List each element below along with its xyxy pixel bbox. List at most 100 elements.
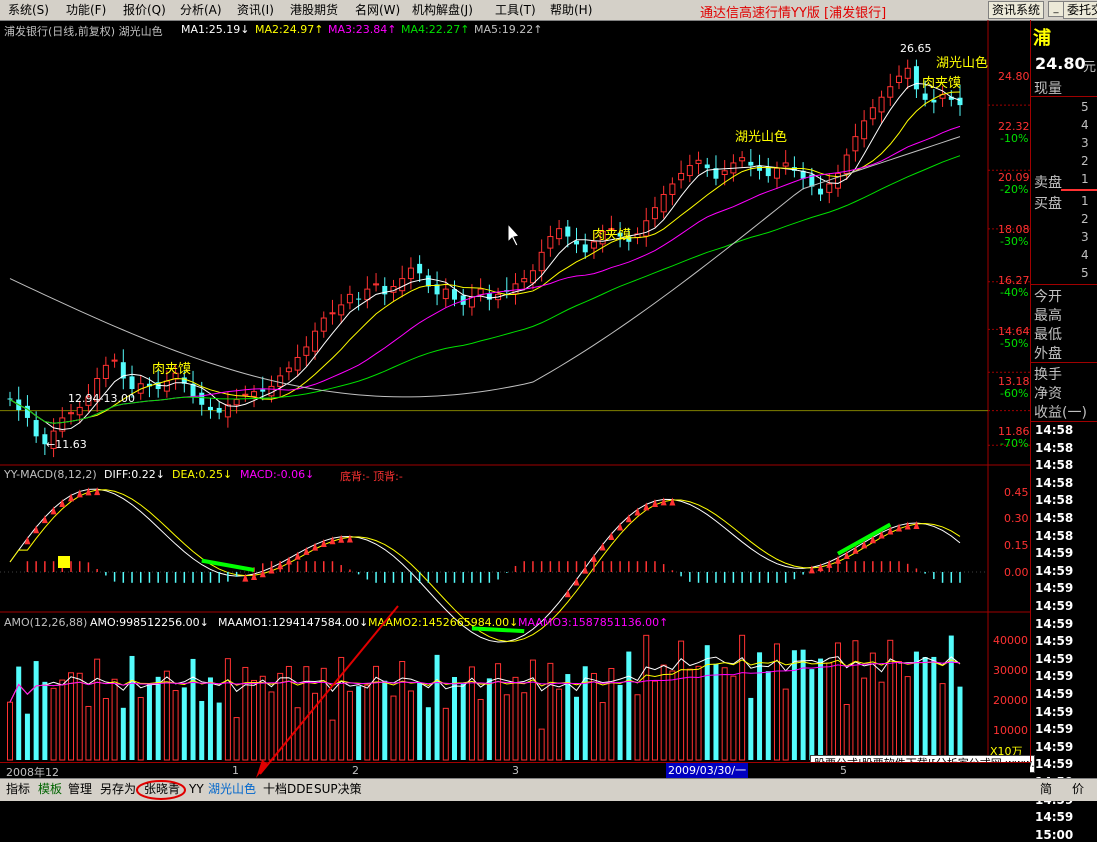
- trade-button[interactable]: 委托交: [1063, 1, 1097, 19]
- amo-bar: [521, 692, 528, 761]
- date-label: 1: [232, 764, 239, 777]
- candle-body: [922, 93, 928, 100]
- news-system-button[interactable]: 资讯系统: [988, 1, 1045, 19]
- date-label: 3: [512, 764, 519, 777]
- tick-time: 14:58: [1035, 528, 1074, 543]
- stock-short-name: 浦: [1033, 28, 1051, 49]
- menu-tools[interactable]: 工具(T): [495, 2, 536, 18]
- amo-bar: [713, 663, 719, 760]
- minimize-icon[interactable]: _: [1048, 1, 1064, 17]
- amo-bar: [556, 688, 563, 761]
- candle-body: [303, 346, 310, 356]
- menu-news[interactable]: 资讯(I): [237, 2, 274, 18]
- candle-body: [356, 298, 362, 300]
- candle-body: [129, 376, 135, 390]
- tick-time: 14:59: [1035, 704, 1074, 719]
- candle-body: [224, 404, 231, 418]
- ask-level: 1: [1081, 172, 1089, 186]
- menu-function[interactable]: 功能(F): [66, 2, 106, 18]
- candle-body: [739, 157, 746, 162]
- tick-time-list[interactable]: 14:58 14:58 14:58 14:58 14:58 14:58 14:58 14:59…: [1031, 423, 1097, 842]
- candle-body: [861, 120, 868, 140]
- tab-template[interactable]: 模板: [38, 781, 62, 798]
- bid-level: 5: [1081, 266, 1089, 280]
- tick-time: 14:58: [1035, 458, 1074, 473]
- tab-yy[interactable]: YY: [189, 781, 204, 798]
- tab-save-as[interactable]: 另存为: [100, 781, 136, 798]
- menu-help[interactable]: 帮助(H): [550, 2, 592, 18]
- amo-bar: [390, 695, 397, 761]
- amo-bar: [800, 649, 806, 760]
- macd-title: YY-MACD(8,12,2): [4, 468, 97, 481]
- candle-body: [869, 107, 876, 120]
- menu-hk-futures[interactable]: 港股期货: [290, 2, 338, 18]
- divergence-readout: 底背:- 顶背:-: [340, 470, 403, 483]
- amo-readout: AMO:998512256.00↓: [90, 616, 209, 629]
- candle-body: [582, 244, 588, 253]
- macd-readout: MACD:-0.06↓: [240, 468, 315, 481]
- amo-bar: [931, 656, 937, 760]
- menu-quote[interactable]: 报价(Q): [123, 2, 166, 18]
- amo-bar: [739, 634, 746, 761]
- buy-label: 买盘: [1034, 196, 1062, 212]
- candle-body: [529, 270, 536, 284]
- amo-bar: [285, 665, 292, 761]
- ask-level: 4: [1081, 118, 1089, 132]
- menu-institution[interactable]: 机构解盘(J): [412, 2, 473, 18]
- amo-bar: [686, 668, 693, 761]
- amo-bar: [277, 672, 284, 761]
- amo-bar: [538, 728, 545, 761]
- ma3-readout: MA3:23.84↑: [328, 23, 397, 36]
- candle-body: [233, 399, 240, 406]
- amo-bar: [477, 698, 484, 761]
- amo-bar: [268, 691, 275, 761]
- tick-time: 14:58: [1035, 475, 1074, 490]
- ma-line: [9, 125, 961, 424]
- amo-bar: [303, 666, 310, 761]
- tab-indicator[interactable]: 指标: [6, 781, 30, 798]
- amo-bar: [129, 655, 135, 760]
- amo-bar: [721, 667, 728, 761]
- tab-dde[interactable]: 十档DDE: [263, 781, 313, 798]
- candle-body: [102, 364, 109, 380]
- candle-body: [268, 385, 275, 397]
- tab-hgss[interactable]: 湖光山色: [208, 781, 256, 798]
- tab-manage[interactable]: 管理: [68, 781, 92, 798]
- amo-bar: [503, 694, 510, 761]
- maamo1-readout: MAAMO1:1294147584.00↓: [218, 616, 369, 629]
- amo-bar: [818, 658, 824, 760]
- candle-body: [565, 226, 571, 237]
- menu-system[interactable]: 系统(S): [8, 2, 49, 18]
- date-label: 5: [840, 764, 847, 777]
- candle-body: [695, 159, 702, 164]
- bid-level: 1: [1081, 194, 1089, 208]
- candle-body: [111, 359, 118, 362]
- buy-arrow: [669, 497, 676, 506]
- amo-bar: [529, 659, 536, 761]
- macd-tick: 0.15: [1004, 539, 1029, 552]
- amo-bar: [233, 717, 240, 761]
- candle-body: [338, 304, 345, 316]
- amo-bar: [660, 664, 667, 761]
- amo-bar: [765, 671, 771, 760]
- maamo3-readout: MAAMO3:1587851136.00↑: [518, 616, 669, 629]
- amo-bar: [913, 651, 919, 760]
- tick-time: 14:59: [1035, 563, 1074, 578]
- menu-analysis[interactable]: 分析(A): [180, 2, 222, 18]
- amo-bar: [695, 665, 702, 761]
- tick-time: 14:59: [1035, 616, 1074, 631]
- menu-web[interactable]: 名网(W): [355, 2, 400, 18]
- chart-area[interactable]: 浦发银行(日线,前复权) 湖光山色 MA1:25.19↓ MA2:24.97↑ …: [0, 20, 1030, 762]
- tick-time: 14:59: [1035, 810, 1074, 825]
- price-unit: 元: [1083, 60, 1097, 75]
- candle-body: [7, 398, 13, 400]
- candle-body: [826, 183, 833, 193]
- candle-body: [407, 267, 414, 280]
- tab-sup[interactable]: SUP决策: [314, 781, 362, 798]
- tab-price[interactable]: 价: [1072, 781, 1084, 798]
- candle-body: [451, 289, 457, 300]
- candle-body: [895, 75, 902, 83]
- tab-simple[interactable]: 简: [1040, 781, 1052, 798]
- amo-bar: [407, 690, 414, 761]
- amo-bar: [137, 697, 144, 761]
